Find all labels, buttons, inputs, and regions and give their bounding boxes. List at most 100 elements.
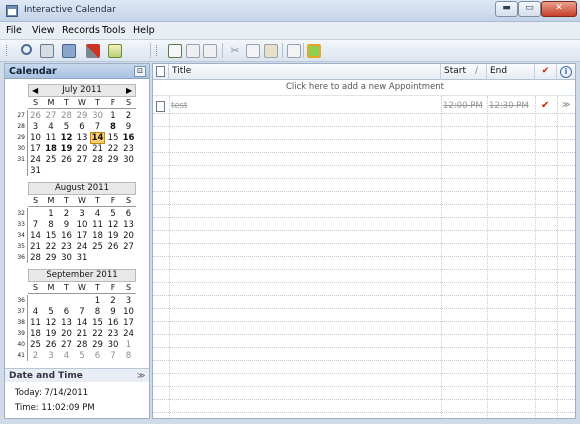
column-info-header[interactable]: i (557, 64, 575, 80)
day-cell[interactable]: 27 (45, 111, 58, 121)
day-cell[interactable]: 30 (107, 340, 120, 350)
day-cell[interactable]: 28 (91, 155, 104, 165)
checkmark-icon[interactable]: ✔ (541, 100, 549, 111)
day-cell[interactable]: 10 (29, 133, 42, 143)
day-cell[interactable]: 30 (91, 111, 104, 121)
date-time-header[interactable]: Date and Time ≫ (5, 368, 149, 382)
column-start-header[interactable]: Start / (441, 64, 487, 80)
new-appointment-icon[interactable] (168, 44, 182, 58)
day-cell[interactable]: 17 (122, 318, 135, 328)
toolbar-grip-icon[interactable] (6, 45, 9, 56)
day-cell[interactable]: 2 (60, 209, 73, 219)
day-cell[interactable]: 31 (29, 166, 42, 176)
day-cell[interactable]: 13 (60, 318, 73, 328)
day-cell[interactable]: 21 (76, 329, 89, 339)
empty-row[interactable] (153, 114, 575, 127)
properties-icon[interactable] (287, 44, 301, 58)
day-cell[interactable]: 3 (122, 296, 135, 306)
day-cell[interactable]: 4 (29, 307, 42, 317)
day-cell[interactable]: 14 (29, 231, 42, 241)
day-cell[interactable]: 11 (91, 220, 104, 230)
records-icon[interactable] (62, 44, 76, 58)
day-cell[interactable]: 20 (76, 144, 89, 154)
day-cell[interactable]: 15 (107, 133, 120, 143)
empty-row[interactable] (153, 283, 575, 296)
day-cell[interactable]: 26 (107, 242, 120, 252)
day-cell[interactable]: 20 (60, 329, 73, 339)
day-cell[interactable]: 12 (107, 220, 120, 230)
empty-row[interactable] (153, 127, 575, 140)
day-cell[interactable]: 5 (76, 351, 89, 361)
day-cell[interactable]: 8 (107, 122, 120, 132)
export-icon[interactable] (108, 44, 122, 58)
day-cell[interactable]: 27 (76, 155, 89, 165)
day-cell[interactable]: 18 (45, 144, 58, 154)
day-cell[interactable]: 6 (91, 351, 104, 361)
day-cell[interactable]: 5 (45, 307, 58, 317)
day-cell[interactable]: 28 (76, 340, 89, 350)
empty-row[interactable] (153, 244, 575, 257)
day-cell[interactable]: 28 (29, 253, 42, 263)
day-cell[interactable]: 4 (60, 351, 73, 361)
day-cell[interactable]: 23 (122, 144, 135, 154)
empty-row[interactable] (153, 335, 575, 348)
day-cell[interactable]: 30 (122, 155, 135, 165)
day-cell[interactable]: 8 (45, 220, 58, 230)
day-cell[interactable]: 5 (107, 209, 120, 219)
empty-row[interactable] (153, 166, 575, 179)
day-cell[interactable]: 4 (91, 209, 104, 219)
next-month-icon[interactable]: ▶ (126, 84, 132, 97)
day-cell[interactable]: 1 (45, 209, 58, 219)
day-cell[interactable]: 28 (60, 111, 73, 121)
day-cell[interactable]: 25 (45, 155, 58, 165)
empty-row[interactable] (153, 192, 575, 205)
menu-view[interactable]: View (32, 25, 55, 36)
empty-row[interactable] (153, 270, 575, 283)
empty-row[interactable] (153, 153, 575, 166)
day-cell[interactable]: 13 (122, 220, 135, 230)
paste-icon[interactable] (264, 44, 278, 58)
empty-row[interactable] (153, 218, 575, 231)
day-cell[interactable]: 17 (76, 231, 89, 241)
day-cell[interactable]: 23 (107, 329, 120, 339)
day-cell[interactable]: 24 (29, 155, 42, 165)
empty-row[interactable] (153, 309, 575, 322)
day-cell[interactable]: 22 (107, 144, 120, 154)
add-appointment-row[interactable]: Click here to add a new Appointment (153, 80, 575, 96)
empty-row[interactable] (153, 179, 575, 192)
refresh-icon[interactable] (307, 44, 321, 58)
day-cell[interactable]: 29 (45, 253, 58, 263)
day-cell[interactable]: 14 (76, 318, 89, 328)
column-end-header[interactable]: End (487, 64, 535, 80)
menu-records[interactable]: Records (62, 25, 100, 36)
menu-file[interactable]: File (6, 25, 22, 36)
column-title-header[interactable]: Title (169, 64, 441, 80)
day-cell[interactable]: 18 (29, 329, 42, 339)
day-cell[interactable]: 26 (45, 340, 58, 350)
empty-row[interactable] (153, 348, 575, 361)
day-cell[interactable]: 26 (60, 155, 73, 165)
day-cell[interactable]: 31 (76, 253, 89, 263)
day-cell[interactable]: 6 (60, 307, 73, 317)
day-cell[interactable]: 29 (76, 111, 89, 121)
day-cell[interactable]: 1 (107, 111, 120, 121)
day-cell[interactable]: 19 (60, 144, 73, 154)
day-cell[interactable]: 5 (60, 122, 73, 132)
day-cell[interactable]: 26 (29, 111, 42, 121)
day-cell[interactable]: 15 (91, 318, 104, 328)
day-cell[interactable]: 21 (29, 242, 42, 252)
day-cell[interactable]: 29 (91, 340, 104, 350)
day-cell[interactable]: 7 (76, 307, 89, 317)
day-cell[interactable]: 19 (45, 329, 58, 339)
day-cell[interactable]: 16 (107, 318, 120, 328)
day-cell[interactable]: 18 (91, 231, 104, 241)
day-cell[interactable]: 15 (45, 231, 58, 241)
chevron-down-icon[interactable]: ≫ (137, 371, 145, 380)
day-cell[interactable]: 3 (29, 122, 42, 132)
day-cell[interactable]: 3 (45, 351, 58, 361)
day-cell[interactable]: 2 (107, 296, 120, 306)
day-cell[interactable]: 25 (91, 242, 104, 252)
empty-row[interactable] (153, 231, 575, 244)
empty-row[interactable] (153, 374, 575, 387)
day-cell[interactable]: 9 (60, 220, 73, 230)
